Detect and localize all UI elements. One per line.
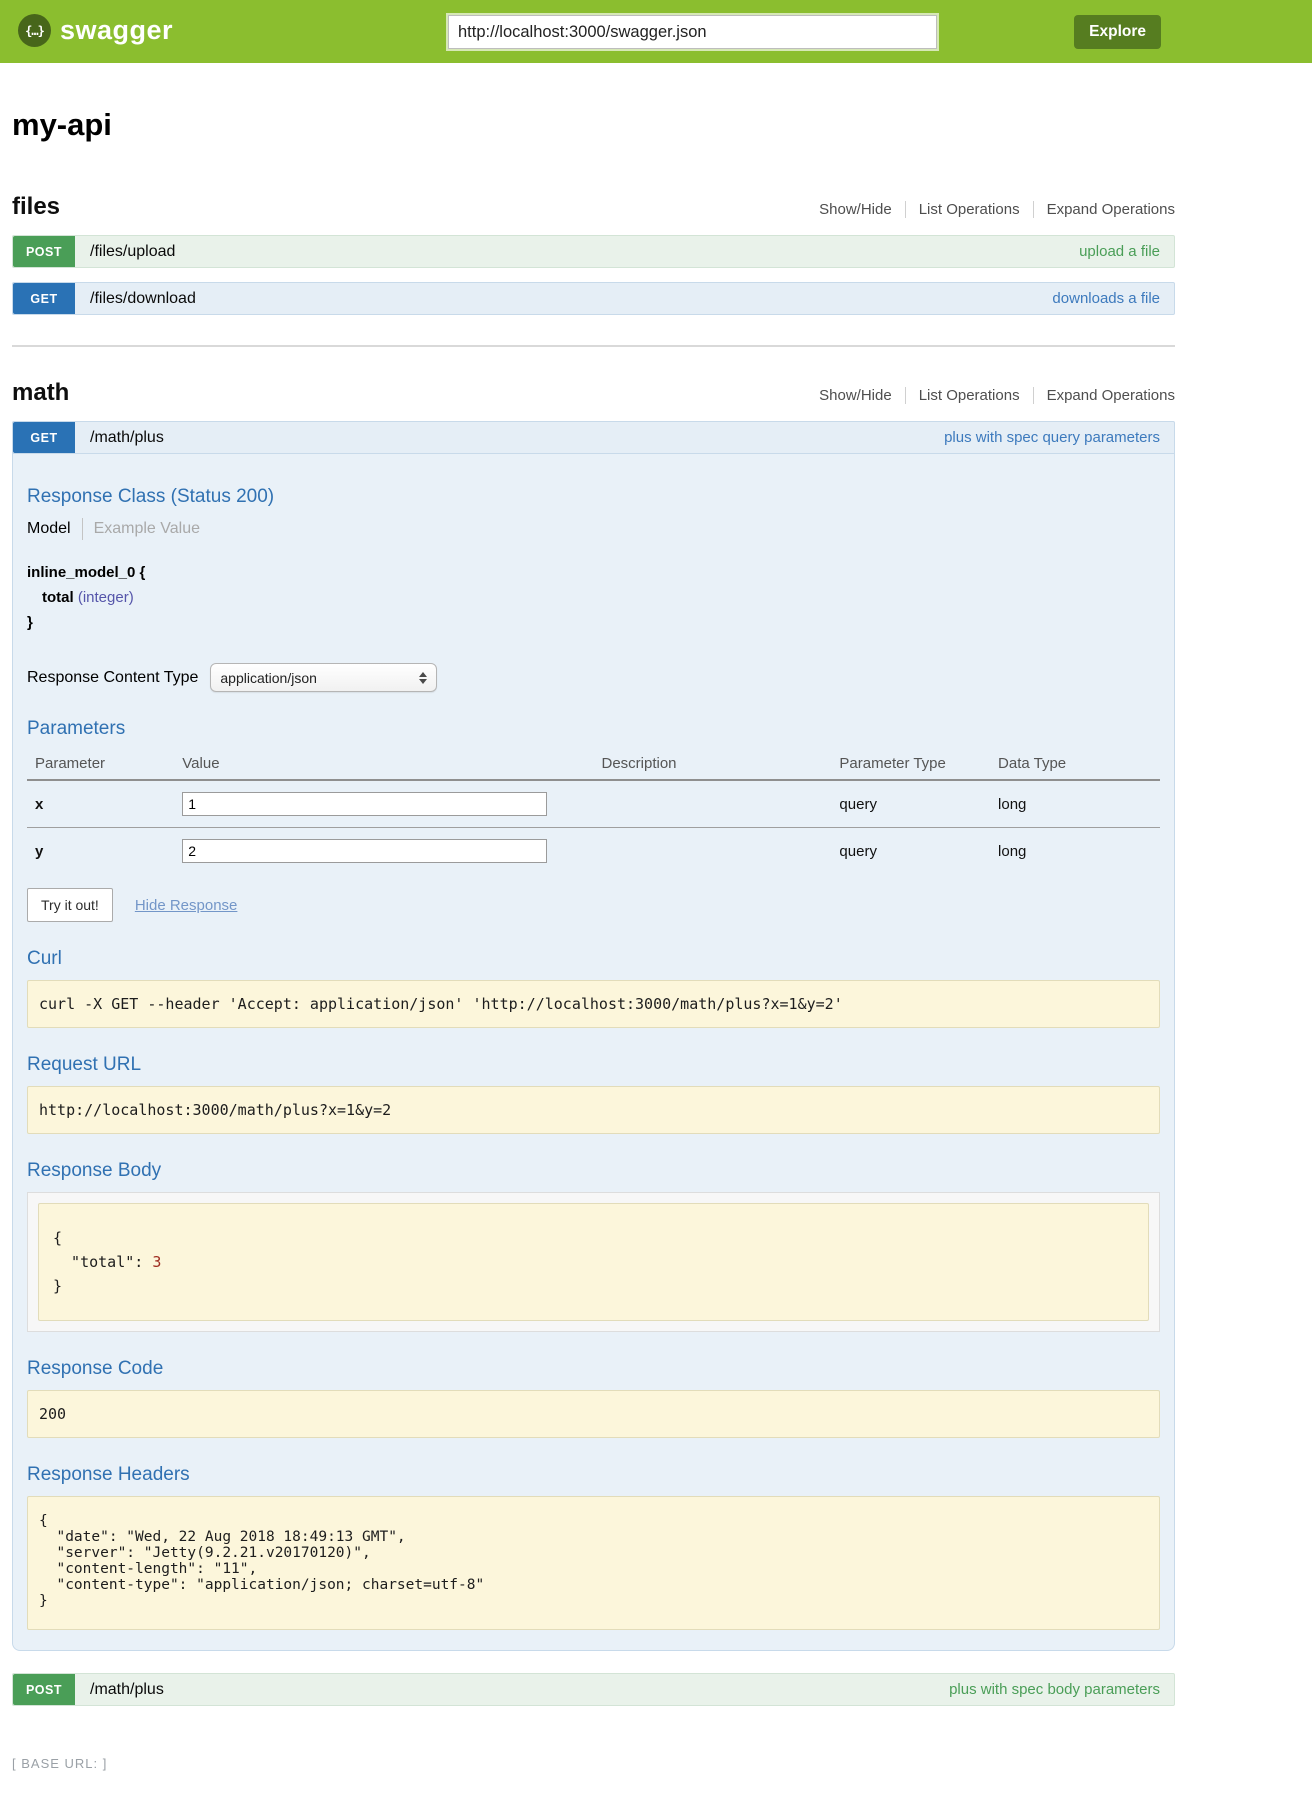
response-content-type-row: Response Content Type application/json bbox=[27, 663, 1160, 692]
endpoint-row-get-files-download[interactable]: GET /files/download downloads a file bbox=[12, 282, 1175, 315]
try-row: Try it out! Hide Response bbox=[27, 888, 1160, 922]
base-url-footer: [ BASE URL: ] bbox=[12, 1756, 1175, 1801]
response-body-outer: { "total": 3} bbox=[27, 1192, 1160, 1332]
param-description bbox=[594, 780, 832, 828]
list-operations-link[interactable]: List Operations bbox=[905, 387, 1033, 404]
param-value-input-y[interactable] bbox=[182, 839, 547, 863]
get-method-badge: GET bbox=[13, 422, 75, 453]
post-method-badge: POST bbox=[13, 236, 75, 267]
try-it-out-button[interactable]: Try it out! bbox=[27, 888, 113, 922]
post-method-badge: POST bbox=[13, 1674, 75, 1705]
param-type: query bbox=[831, 780, 990, 828]
parameters-table: Parameter Value Description Parameter Ty… bbox=[27, 750, 1160, 874]
param-name: x bbox=[27, 780, 174, 828]
endpoint-path[interactable]: /files/upload bbox=[75, 236, 175, 267]
math-section-header: math Show/Hide List Operations Expand Op… bbox=[12, 379, 1175, 407]
response-class-title: Response Class (Status 200) bbox=[27, 486, 1160, 508]
endpoint-summary[interactable]: downloads a file bbox=[1052, 283, 1174, 314]
endpoint-path[interactable]: /math/plus bbox=[75, 422, 164, 453]
col-header-data-type: Data Type bbox=[990, 750, 1160, 780]
swagger-logo-icon: {…} bbox=[18, 14, 51, 47]
endpoint-summary[interactable]: upload a file bbox=[1079, 236, 1174, 267]
expand-operations-link[interactable]: Expand Operations bbox=[1033, 387, 1175, 404]
param-type: query bbox=[831, 828, 990, 875]
tab-model[interactable]: Model bbox=[27, 520, 71, 538]
math-section-title: math bbox=[12, 379, 69, 407]
show-hide-link[interactable]: Show/Hide bbox=[806, 201, 905, 218]
response-headers-title: Response Headers bbox=[27, 1464, 1160, 1486]
endpoint-summary[interactable]: plus with spec query parameters bbox=[944, 422, 1174, 453]
response-body-title: Response Body bbox=[27, 1160, 1160, 1182]
swagger-brand: {…} swagger bbox=[18, 14, 173, 47]
response-body-box: { "total": 3} bbox=[38, 1203, 1149, 1321]
select-caret-icon bbox=[419, 672, 427, 684]
response-content-type-select[interactable]: application/json bbox=[210, 663, 437, 692]
col-header-description: Description bbox=[594, 750, 832, 780]
request-url-box: http://localhost:3000/math/plus?x=1&y=2 bbox=[27, 1086, 1160, 1134]
endpoint-path[interactable]: /math/plus bbox=[75, 1674, 164, 1705]
col-header-parameter-type: Parameter Type bbox=[831, 750, 990, 780]
response-code-title: Response Code bbox=[27, 1358, 1160, 1380]
param-value-input-x[interactable] bbox=[182, 792, 547, 816]
get-method-badge: GET bbox=[13, 283, 75, 314]
curl-title: Curl bbox=[27, 948, 1160, 970]
param-description bbox=[594, 828, 832, 875]
param-row-x: x query long bbox=[27, 780, 1160, 828]
endpoint-path[interactable]: /files/download bbox=[75, 283, 196, 314]
hide-response-link[interactable]: Hide Response bbox=[135, 897, 238, 914]
files-section-header: files Show/Hide List Operations Expand O… bbox=[12, 193, 1175, 221]
param-data-type: long bbox=[990, 780, 1160, 828]
brand-title: swagger bbox=[60, 15, 173, 46]
operation-expanded-content: Response Class (Status 200) Model Exampl… bbox=[12, 454, 1175, 1651]
page-title: my-api bbox=[12, 107, 1175, 143]
endpoint-summary[interactable]: plus with spec body parameters bbox=[949, 1674, 1174, 1705]
explore-button[interactable]: Explore bbox=[1074, 15, 1161, 49]
show-hide-link[interactable]: Show/Hide bbox=[806, 387, 905, 404]
model-signature: inline_model_0 { total (integer) } bbox=[27, 560, 1160, 635]
list-operations-link[interactable]: List Operations bbox=[905, 201, 1033, 218]
expand-operations-link[interactable]: Expand Operations bbox=[1033, 201, 1175, 218]
request-url-title: Request URL bbox=[27, 1054, 1160, 1076]
param-row-y: y query long bbox=[27, 828, 1160, 875]
param-name: y bbox=[27, 828, 174, 875]
endpoint-row-get-math-plus[interactable]: GET /math/plus plus with spec query para… bbox=[12, 421, 1175, 454]
col-header-parameter: Parameter bbox=[27, 750, 174, 780]
curl-command-box: curl -X GET --header 'Accept: applicatio… bbox=[27, 980, 1160, 1028]
response-headers-box: { "date": "Wed, 22 Aug 2018 18:49:13 GMT… bbox=[27, 1496, 1160, 1630]
header-bar: {…} swagger Explore bbox=[0, 0, 1312, 63]
col-header-value: Value bbox=[174, 750, 593, 780]
parameters-title: Parameters bbox=[27, 718, 1160, 740]
response-content-type-label: Response Content Type bbox=[27, 669, 198, 687]
files-section-title: files bbox=[12, 193, 60, 221]
model-tabs: Model Example Value bbox=[27, 518, 1160, 540]
endpoint-row-post-files-upload[interactable]: POST /files/upload upload a file bbox=[12, 235, 1175, 268]
tab-divider bbox=[82, 518, 83, 540]
param-data-type: long bbox=[990, 828, 1160, 875]
api-url-input[interactable] bbox=[448, 15, 937, 49]
section-divider bbox=[12, 345, 1175, 347]
response-code-box: 200 bbox=[27, 1390, 1160, 1438]
tab-example-value[interactable]: Example Value bbox=[94, 520, 200, 538]
endpoint-row-post-math-plus[interactable]: POST /math/plus plus with spec body para… bbox=[12, 1673, 1175, 1706]
